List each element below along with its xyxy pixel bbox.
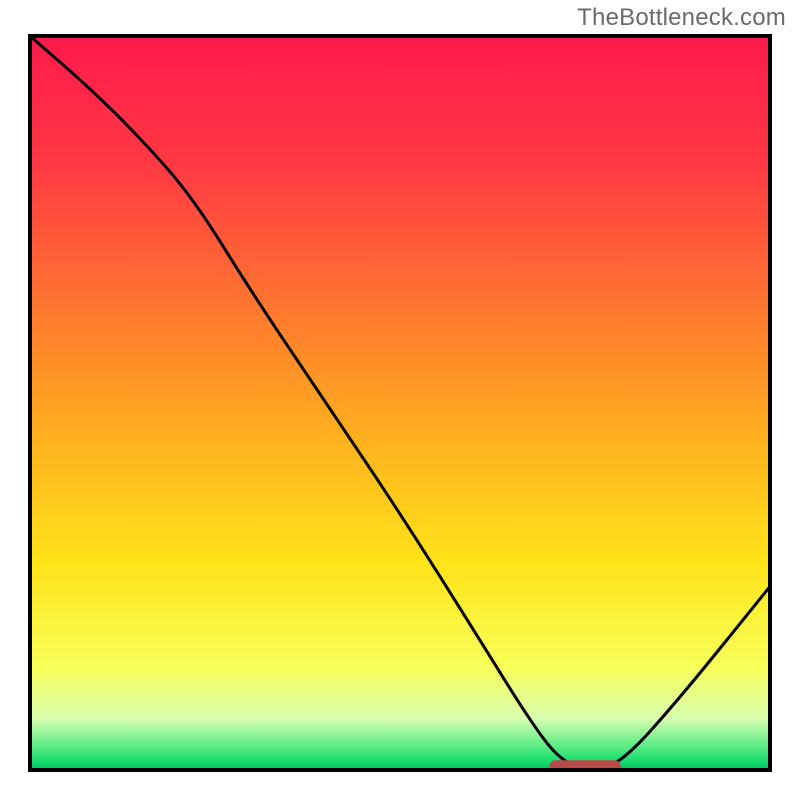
gradient-background — [30, 36, 770, 770]
watermark-text: TheBottleneck.com — [577, 4, 786, 32]
plot-svg — [0, 0, 800, 800]
bottleneck-chart: TheBottleneck.com — [0, 0, 800, 800]
